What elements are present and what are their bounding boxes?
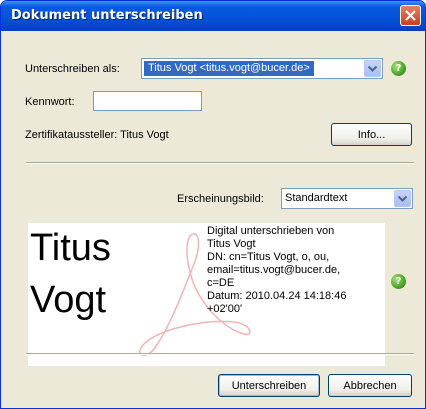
signature-detail-line: Datum: 2010.04.24 14:18:46 <box>207 290 347 302</box>
signature-detail-line: Titus Vogt <box>207 238 256 250</box>
signature-name-line1: Titus <box>30 227 111 269</box>
sign-as-label: Unterschreiben als: <box>25 63 120 75</box>
help-icon[interactable]: ? <box>391 61 406 76</box>
close-button[interactable] <box>400 5 421 26</box>
signature-detail-line: +02'00' <box>207 303 243 315</box>
sign-button[interactable]: Unterschreiben <box>218 374 320 397</box>
signature-detail-line: c=DE <box>207 277 235 289</box>
help-icon[interactable]: ? <box>391 274 406 289</box>
chevron-down-icon <box>368 65 377 72</box>
password-label: Kennwort: <box>25 96 75 108</box>
signature-details: Digital unterschrieben von Titus Vogt DN… <box>207 225 385 316</box>
window-title: Dokument unterschreiben <box>11 8 203 23</box>
signature-detail-line: email=titus.vogt@bucer.de, <box>207 264 341 276</box>
sign-dialog: Dokument unterschreiben Unterschreiben a… <box>0 0 426 409</box>
appearance-select[interactable]: Standardtext <box>281 188 413 209</box>
signature-detail-line: Digital unterschrieben von <box>207 225 335 237</box>
close-icon <box>405 10 416 21</box>
signature-detail-line: DN: cn=Titus Vogt, o, ou, <box>207 251 330 263</box>
separator-top <box>26 162 414 164</box>
sign-as-dropdown-button[interactable] <box>364 60 381 77</box>
appearance-value: Standardtext <box>285 192 348 204</box>
signature-preview: Titus Vogt Digital unterschrieben von Ti… <box>28 223 385 366</box>
appearance-dropdown-button[interactable] <box>394 190 411 207</box>
cancel-button[interactable]: Abbrechen <box>328 374 412 397</box>
dialog-body: Unterschreiben als: Titus Vogt <titus.vo… <box>4 31 422 405</box>
chevron-down-icon <box>398 195 407 202</box>
password-field[interactable] <box>93 91 202 111</box>
title-bar[interactable]: Dokument unterschreiben <box>1 1 425 31</box>
info-button[interactable]: Info... <box>331 123 412 146</box>
sign-as-select[interactable]: Titus Vogt <titus.vogt@bucer.de> <box>141 58 383 79</box>
appearance-label: Erscheinungsbild: <box>177 193 264 205</box>
separator-bottom <box>26 353 414 355</box>
issuer-label: Zertifikataussteller: Titus Vogt <box>25 129 169 141</box>
sign-as-value: Titus Vogt <titus.vogt@bucer.de> <box>144 61 314 76</box>
signature-name-line2: Vogt <box>30 279 107 321</box>
